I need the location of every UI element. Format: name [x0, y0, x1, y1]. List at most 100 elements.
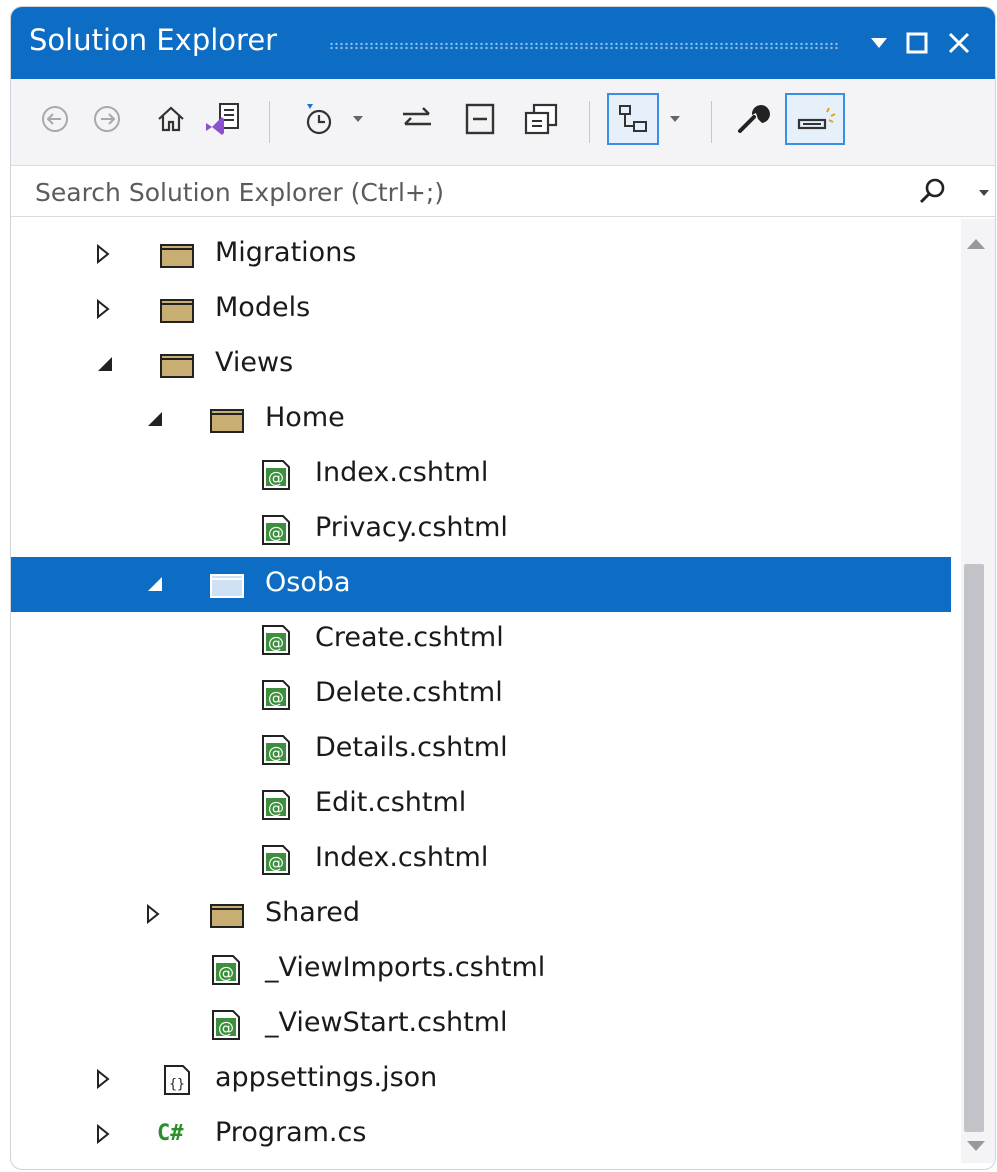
tree-item-home[interactable]: Home: [11, 392, 951, 447]
close-icon: [948, 32, 970, 54]
expand-arrow-icon[interactable]: [93, 242, 113, 266]
expand-arrow-icon[interactable]: [93, 297, 113, 321]
home-button[interactable]: [151, 93, 191, 145]
svg-text:@: @: [218, 963, 234, 982]
collapse-all-button[interactable]: [459, 93, 503, 145]
toolbar: [11, 79, 995, 165]
scroll-up-icon[interactable]: [965, 237, 987, 251]
tree-item-osoba-index[interactable]: @ Index.cshtml: [11, 832, 951, 887]
chevron-down-icon: [670, 116, 680, 122]
tree-item-appsettings[interactable]: {} appsettings.json: [11, 1052, 951, 1107]
tree-item-label: Create.cshtml: [315, 622, 504, 653]
svg-text:@: @: [268, 743, 284, 762]
cshtml-file-icon: @: [262, 790, 290, 820]
tree-item-label: _ViewImports.cshtml: [265, 952, 546, 983]
tree-item-privacy[interactable]: @ Privacy.cshtml: [11, 502, 951, 557]
cshtml-file-icon: @: [262, 680, 290, 710]
show-all-files-icon: [524, 103, 558, 135]
maximize-button[interactable]: [899, 23, 935, 63]
tree-item-details[interactable]: @ Details.cshtml: [11, 722, 951, 777]
cshtml-file-icon: @: [262, 735, 290, 765]
collapse-arrow-icon[interactable]: [145, 572, 165, 596]
cshtml-file-icon: @: [212, 955, 240, 985]
square-icon: [906, 32, 928, 54]
back-button[interactable]: [35, 93, 75, 145]
solution-tree: Migrations Models Views Home @ Index.csh…: [11, 219, 961, 1159]
switch-views-button[interactable]: [199, 93, 245, 145]
expand-arrow-icon[interactable]: [143, 902, 163, 926]
tree-item-views[interactable]: Views: [11, 337, 951, 392]
tree-item-viewstart[interactable]: @ _ViewStart.cshtml: [11, 997, 951, 1052]
tree-item-create[interactable]: @ Create.cshtml: [11, 612, 951, 667]
expand-arrow-icon[interactable]: [93, 1122, 113, 1146]
svg-text:{}: {}: [169, 1077, 185, 1092]
svg-text:@: @: [268, 468, 284, 487]
tree-item-models[interactable]: Models: [11, 282, 951, 337]
tree-item-osoba[interactable]: Osoba: [11, 557, 951, 612]
home-icon: [158, 106, 184, 132]
search-input[interactable]: [33, 174, 907, 210]
pending-changes-filter-button[interactable]: [287, 93, 377, 145]
tree-item-home-index[interactable]: @ Index.cshtml: [11, 447, 951, 502]
cshtml-file-icon: @: [262, 515, 290, 545]
tree-item-label: Index.cshtml: [315, 842, 489, 873]
tree-item-label: Osoba: [265, 567, 351, 598]
triangle-down-icon: [871, 38, 887, 48]
class-diagram-icon: [619, 105, 647, 132]
tree-item-delete[interactable]: @ Delete.cshtml: [11, 667, 951, 722]
title-bar: Solution Explorer: [11, 7, 995, 79]
close-button[interactable]: [941, 23, 977, 63]
scrollbar-thumb[interactable]: [964, 564, 984, 1132]
window-position-dropdown-button[interactable]: [861, 23, 897, 63]
title-bar-grip[interactable]: [329, 42, 839, 50]
forward-icon: [94, 106, 120, 132]
svg-text:@: @: [268, 853, 284, 872]
tree-item-label: Privacy.cshtml: [315, 512, 508, 543]
tree-item-label: _ViewStart.cshtml: [265, 1007, 508, 1038]
search-icon[interactable]: [917, 176, 949, 206]
wrench-icon: [738, 105, 770, 133]
collapse-arrow-icon[interactable]: [95, 352, 115, 376]
cshtml-file-icon: @: [212, 1010, 240, 1040]
cshtml-file-icon: @: [262, 845, 290, 875]
view-dropdown-button[interactable]: [661, 93, 689, 145]
collapse-arrow-icon[interactable]: [145, 407, 165, 431]
tree-item-migrations[interactable]: Migrations: [11, 227, 951, 282]
svg-text:@: @: [268, 633, 284, 652]
tree-item-viewimports[interactable]: @ _ViewImports.cshtml: [11, 942, 951, 997]
tree-item-shared[interactable]: Shared: [11, 887, 951, 942]
tree-item-label: Details.cshtml: [315, 732, 508, 763]
vs-project-icon: [206, 103, 239, 135]
cshtml-file-icon: @: [262, 625, 290, 655]
tree-item-label: Views: [215, 347, 294, 378]
tree-item-label: appsettings.json: [215, 1062, 438, 1093]
tree-item-edit[interactable]: @ Edit.cshtml: [11, 777, 951, 832]
svg-text:@: @: [218, 1018, 234, 1037]
sync-with-active-document-button[interactable]: [395, 93, 439, 145]
properties-button[interactable]: [729, 93, 775, 145]
svg-text:@: @: [268, 688, 284, 707]
folder-icon: [160, 244, 194, 268]
search-bar: [11, 165, 995, 217]
tree-item-program[interactable]: C# Program.cs: [11, 1107, 951, 1162]
cshtml-file-icon: @: [262, 460, 290, 490]
forward-button[interactable]: [87, 93, 127, 145]
tree-item-label: Program.cs: [215, 1117, 367, 1148]
folder-icon: [210, 904, 244, 928]
tree-item-label: Migrations: [215, 237, 357, 268]
folder-icon: [210, 409, 244, 433]
preview-toggle-button[interactable]: [785, 93, 845, 145]
tree-item-label: Shared: [265, 897, 361, 928]
solution-explorer-window: Solution Explorer Search Solution Explor…: [10, 6, 996, 1170]
csharp-file-icon: C#: [157, 1121, 184, 1146]
show-all-files-button[interactable]: [517, 93, 567, 145]
sync-with-active-document-icon: [403, 107, 431, 126]
preview-selected-items-toggle[interactable]: [607, 93, 659, 145]
vertical-scrollbar[interactable]: [961, 219, 995, 1163]
scroll-down-icon[interactable]: [965, 1139, 987, 1153]
search-options-dropdown-icon[interactable]: [977, 188, 991, 198]
back-icon: [42, 106, 68, 132]
expand-arrow-icon[interactable]: [93, 1067, 113, 1091]
folder-icon: [160, 299, 194, 323]
tree-item-label: Index.cshtml: [315, 457, 489, 488]
